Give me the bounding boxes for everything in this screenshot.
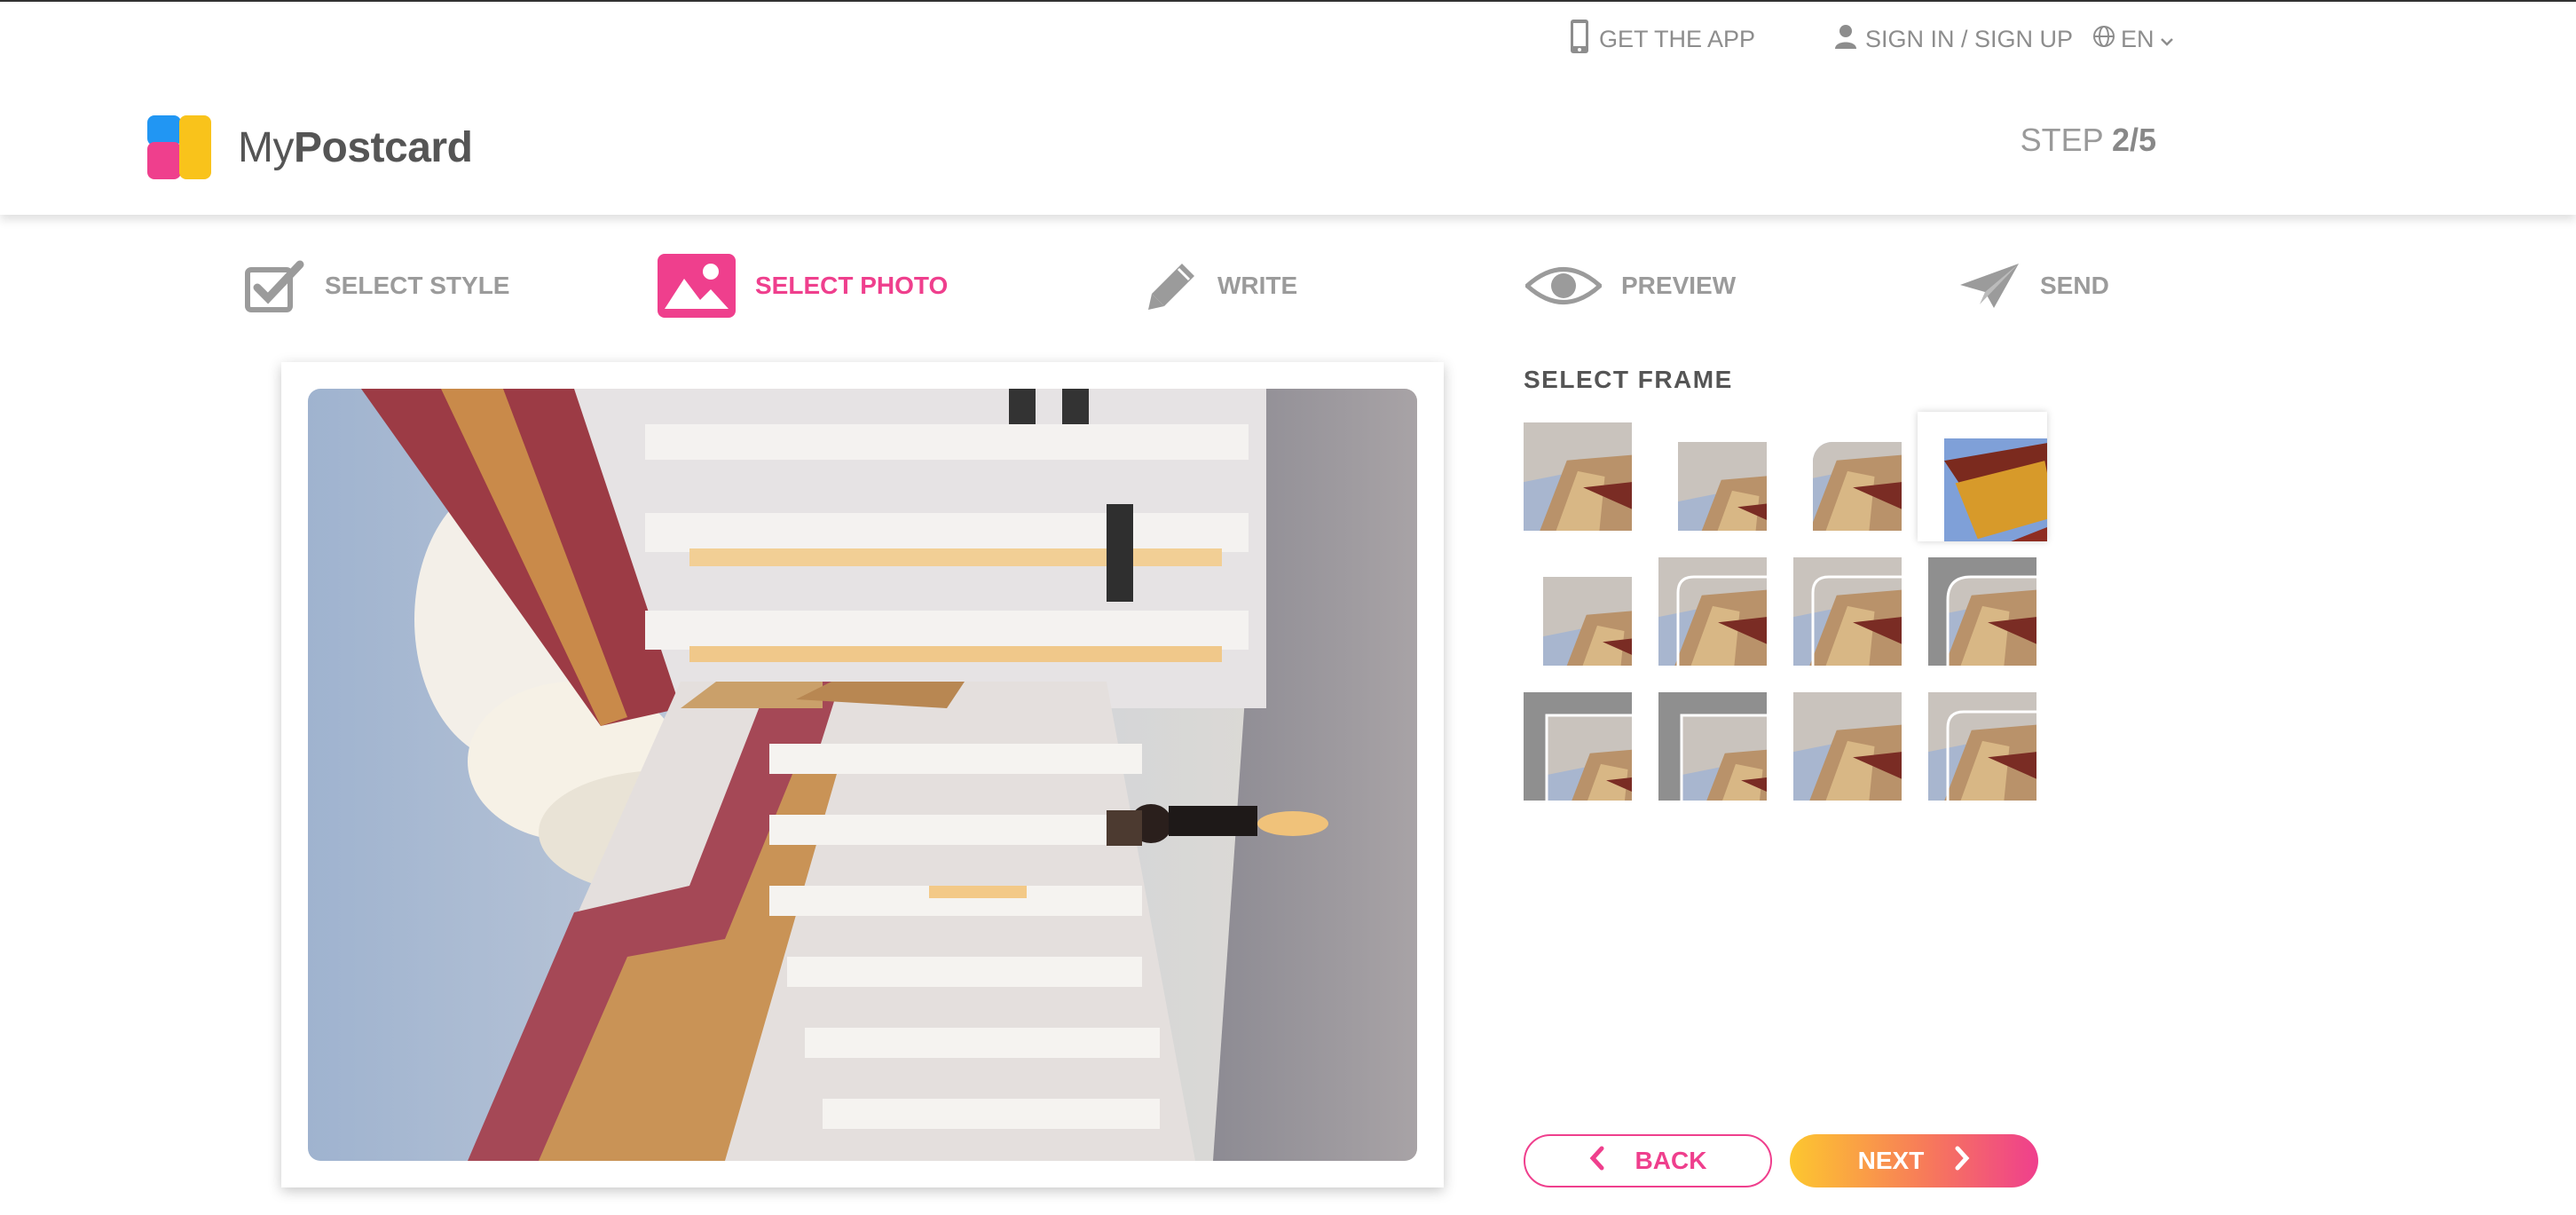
paper-plane-icon	[1958, 262, 2021, 310]
step-label-preview: PREVIEW	[1621, 272, 1737, 299]
wizard-steps: SELECT STYLE SELECT PHOTO WRITE PREVIEW …	[0, 250, 2576, 330]
frame-option-6[interactable]	[1658, 557, 1767, 666]
frame-option-1[interactable]	[1524, 422, 1632, 531]
frame-option-11[interactable]	[1793, 692, 1902, 801]
language-selector[interactable]: EN	[2092, 21, 2174, 57]
checkbox-icon	[245, 259, 305, 312]
step-indicator: STEP 2/5	[2021, 122, 2156, 159]
get-the-app-label: GET THE APP	[1599, 25, 1756, 52]
eye-icon	[1525, 262, 1602, 310]
frame-option-2[interactable]	[1658, 422, 1767, 531]
step-label-select-style: SELECT STYLE	[325, 272, 510, 299]
frame-option-12[interactable]	[1928, 692, 2036, 801]
site-header: GET THE APP SIGN IN / SIGN UP EN MyPostc…	[0, 2, 2576, 215]
step-preview[interactable]: PREVIEW	[1525, 250, 1736, 321]
get-the-app-link[interactable]: GET THE APP	[1569, 19, 1756, 60]
back-button[interactable]: BACK	[1524, 1134, 1772, 1187]
frame-option-3[interactable]	[1793, 422, 1902, 531]
logo-mark-icon	[147, 115, 211, 179]
globe-icon	[2092, 25, 2115, 54]
step-label-write: WRITE	[1217, 272, 1298, 299]
chevron-right-icon	[1954, 1146, 1970, 1177]
pencil-icon	[1146, 260, 1198, 312]
language-label: EN	[2121, 25, 2155, 52]
user-icon	[1835, 24, 1856, 55]
next-label: NEXT	[1857, 1147, 1925, 1174]
frame-option-8[interactable]	[1928, 557, 2036, 666]
chevron-left-icon	[1589, 1146, 1605, 1177]
sign-in-link[interactable]: SIGN IN / SIGN UP	[1835, 21, 2073, 57]
frame-option-10[interactable]	[1658, 692, 1767, 801]
image-icon	[658, 254, 736, 318]
chevron-down-icon	[2160, 26, 2174, 53]
mypostcard-logo[interactable]: MyPostcard	[147, 115, 473, 179]
frame-option-7[interactable]	[1793, 557, 1902, 666]
step-select-photo[interactable]: SELECT PHOTO	[658, 250, 948, 321]
select-frame-title: SELECT FRAME	[1524, 366, 1733, 393]
frame-option-9[interactable]	[1524, 692, 1632, 801]
frame-grid	[1524, 412, 2056, 813]
next-button[interactable]: NEXT	[1790, 1134, 2038, 1187]
postcard-preview	[281, 362, 1444, 1187]
step-label-send: SEND	[2040, 272, 2109, 299]
logo-text: MyPostcard	[238, 123, 473, 171]
sign-in-label: SIGN IN / SIGN UP	[1865, 25, 2074, 52]
frame-option-4[interactable]	[1918, 412, 2047, 541]
step-select-style[interactable]: SELECT STYLE	[245, 250, 509, 321]
selected-photo[interactable]	[308, 389, 1417, 1161]
frame-option-5[interactable]	[1524, 557, 1632, 666]
step-count: 2/5	[2111, 122, 2156, 158]
back-label: BACK	[1635, 1147, 1707, 1174]
step-write[interactable]: WRITE	[1146, 250, 1297, 321]
step-label: STEP	[2020, 122, 2103, 158]
step-send[interactable]: SEND	[1958, 250, 2109, 321]
step-label-select-photo: SELECT PHOTO	[755, 272, 949, 299]
mobile-phone-icon	[1569, 19, 1590, 60]
